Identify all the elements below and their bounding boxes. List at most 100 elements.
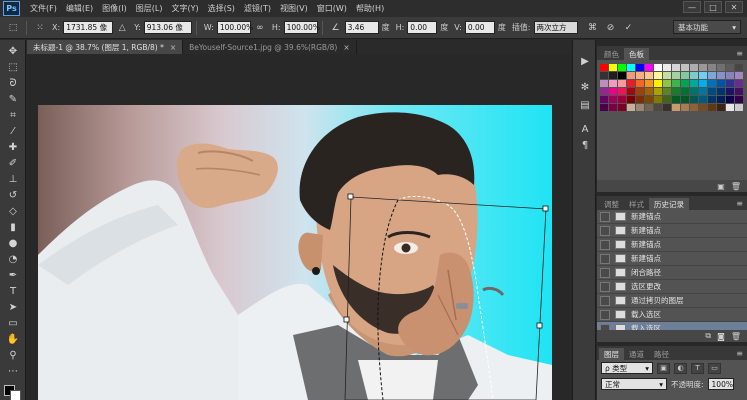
v-skew-input[interactable]: 0.00 [464,21,495,34]
color-swatch[interactable] [699,72,707,79]
eyedropper-tool-icon[interactable]: ⁄ [5,124,21,138]
color-swatch[interactable] [618,96,626,103]
path-select-tool-icon[interactable]: ➤ [5,300,21,314]
canvas-area[interactable] [27,54,571,400]
paragraph-icon[interactable]: ¶ [577,138,593,152]
color-swatch[interactable] [699,80,707,87]
color-swatch[interactable] [663,72,671,79]
history-brush-source-checkbox[interactable] [600,281,610,292]
color-swatch[interactable] [609,80,617,87]
color-swatch[interactable] [654,72,662,79]
color-swatch[interactable] [726,88,734,95]
color-swatch[interactable] [690,96,698,103]
color-swatch[interactable] [618,72,626,79]
menu-layer[interactable]: 图层(L) [136,3,163,14]
tab-layers[interactable]: 图层 [599,348,624,360]
color-swatch[interactable] [645,104,653,111]
height-input[interactable]: 100.00% [283,21,320,34]
color-swatch[interactable] [627,104,635,111]
color-swatch[interactable] [600,80,608,87]
crop-tool-icon[interactable]: ⌗ [5,108,21,122]
color-swatch[interactable] [735,104,743,111]
blur-tool-icon[interactable]: ● [5,236,21,250]
menu-edit[interactable]: 编辑(E) [66,3,93,14]
warp-mode-icon[interactable]: ⌘ [586,21,600,35]
tab-swatches[interactable]: 色板 [624,48,649,60]
color-swatch[interactable] [627,80,635,87]
history-brush-source-checkbox[interactable] [600,253,610,264]
color-swatch[interactable] [618,88,626,95]
color-swatch[interactable] [600,104,608,111]
interpolation-select[interactable]: 两次立方 [533,21,578,34]
color-swatch[interactable] [654,80,662,87]
tab-channels[interactable]: 通道 [624,348,649,360]
color-swatch[interactable] [735,72,743,79]
link-icon[interactable]: ∞ [253,21,267,35]
color-swatch[interactable] [609,104,617,111]
color-swatch[interactable] [600,88,608,95]
history-item[interactable]: 新建锚点 [597,224,747,238]
color-swatch[interactable] [645,96,653,103]
color-swatch[interactable] [609,64,617,71]
swatch-grid[interactable] [600,64,743,111]
reference-point-icon[interactable]: ⁙ [33,21,47,35]
move-tool-icon[interactable]: ✥ [5,44,21,58]
color-swatch[interactable] [600,96,608,103]
tab-color[interactable]: 颜色 [599,48,624,60]
history-brush-source-checkbox[interactable] [600,211,610,222]
blend-mode-select[interactable]: 正常 ▾ [601,378,667,390]
color-swatch[interactable] [645,88,653,95]
color-swatch[interactable] [672,72,680,79]
color-swatch[interactable] [699,64,707,71]
color-swatch[interactable] [690,88,698,95]
color-swatch[interactable] [627,96,635,103]
gradient-tool-icon[interactable]: ▮ [5,220,21,234]
color-swatch[interactable] [636,72,644,79]
menu-file[interactable]: 文件(F) [30,3,57,14]
color-swatch[interactable] [609,88,617,95]
color-swatch[interactable] [609,96,617,103]
color-swatch[interactable] [636,80,644,87]
play-action-icon[interactable]: ▶ [577,54,593,68]
color-swatch[interactable] [618,104,626,111]
tab-adjustments[interactable]: 调整 [599,198,624,210]
color-swatch[interactable] [735,88,743,95]
color-swatch[interactable] [618,64,626,71]
marquee-tool-icon[interactable]: ⬚ [5,60,21,74]
delete-state-icon[interactable]: 🗑 [731,332,741,341]
hand-tool-icon[interactable]: ✋ [5,332,21,346]
history-item[interactable]: 闭合路径 [597,266,747,280]
healing-brush-tool-icon[interactable]: ✚ [5,140,21,154]
panel-menu-icon[interactable]: ≡ [736,49,743,58]
history-item[interactable]: 选区更改 [597,280,747,294]
history-item[interactable]: 通过拷贝的图层 [597,294,747,308]
color-swatch[interactable] [681,104,689,111]
color-swatch[interactable] [690,72,698,79]
delta-icon[interactable]: △ [115,21,129,35]
background-color-swatch[interactable] [10,390,21,400]
more-tools-icon[interactable]: ⋯ [5,364,21,378]
history-brush-source-checkbox[interactable] [600,295,610,306]
color-swatch[interactable] [672,104,680,111]
rotate-angle-input[interactable]: 3.46 [344,21,379,34]
color-swatch[interactable] [708,104,716,111]
color-swatch[interactable] [681,72,689,79]
shape-tool-icon[interactable]: ▭ [5,316,21,330]
color-swatch[interactable] [618,80,626,87]
color-swatch[interactable] [672,96,680,103]
color-swatch[interactable] [636,104,644,111]
color-swatch[interactable] [663,80,671,87]
eraser-tool-icon[interactable]: ◇ [5,204,21,218]
minimize-button[interactable]: — [683,1,701,13]
history-brush-source-checkbox[interactable] [600,239,610,250]
history-item[interactable]: 新建锚点 [597,238,747,252]
color-swatch[interactable] [654,104,662,111]
color-swatch[interactable] [663,88,671,95]
color-swatch[interactable] [609,72,617,79]
color-swatch[interactable] [672,64,680,71]
character-icon[interactable]: A [577,122,593,136]
menu-select[interactable]: 选择(S) [208,3,235,14]
delete-swatch-icon[interactable]: 🗑 [731,182,741,191]
color-swatch[interactable] [708,72,716,79]
color-swatch[interactable] [645,80,653,87]
